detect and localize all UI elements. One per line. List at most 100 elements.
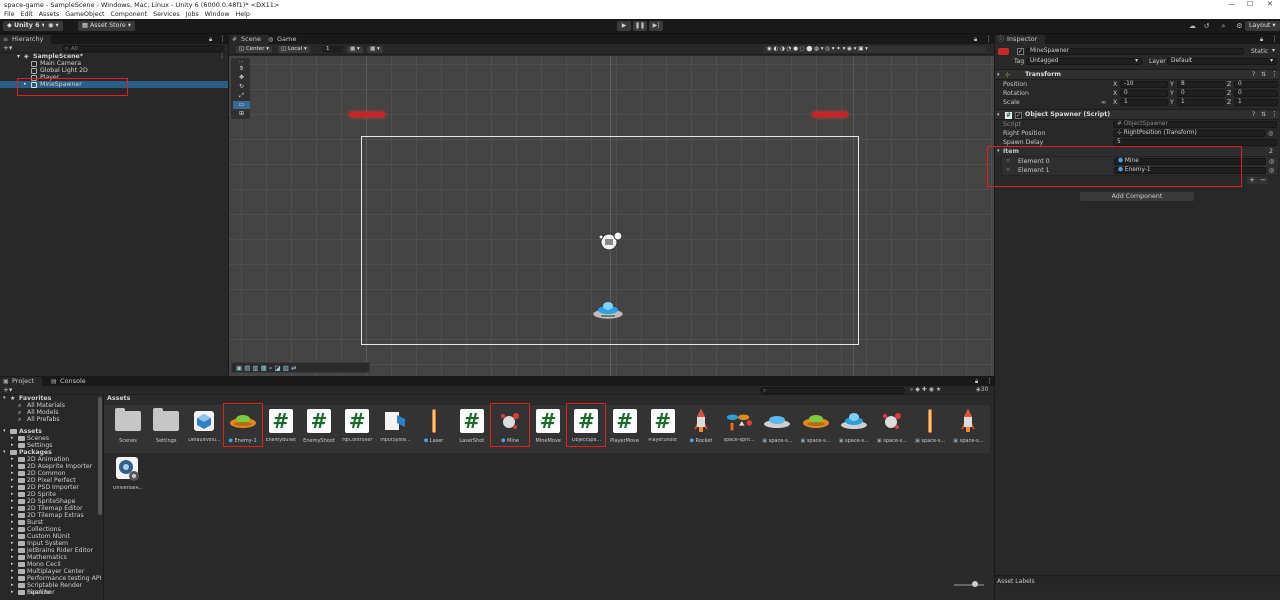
position-z-field[interactable]: 0 [1234,81,1278,88]
tree-item[interactable]: ▸ 2D Sprite [0,491,102,498]
search-icon[interactable]: ⌕ [1218,21,1229,31]
close-icon[interactable]: ✕ [1267,0,1273,8]
tree-item[interactable]: ▸ 2D Common [0,470,102,477]
history-icon[interactable]: ↺ [1201,21,1212,31]
asset-17[interactable]: ▣ space-s... [759,404,795,448]
expand-arrow-icon[interactable]: ▸ [11,589,14,596]
preset-icon[interactable]: ⇅ [1261,111,1266,118]
tree-item[interactable]: ▾ Packages [0,449,102,456]
asset-23[interactable]: UniversalR... [110,452,146,496]
spawn-delay-field[interactable]: 5 [1113,139,1277,146]
expand-arrow-icon[interactable]: ▸ [11,526,14,533]
more-icon[interactable]: ⋮ [1271,70,1278,78]
scale-z-field[interactable]: 1 [1234,99,1278,106]
item-count[interactable]: 2 [1269,147,1273,156]
mine-sprite[interactable] [597,229,625,253]
help-icon[interactable]: ? [1252,111,1255,118]
menu-edit[interactable]: Edit [21,10,33,19]
rect-tool-icon[interactable]: ▭ [233,101,250,109]
tree-item[interactable]: ▸ Settings [0,442,102,449]
pause-button[interactable]: ❚❚ [633,21,647,31]
asset-14[interactable]: # PlayerShoot [645,404,681,448]
tree-item[interactable]: ⌕ All Materials [0,402,102,409]
expand-arrow-icon[interactable]: ▸ [11,505,14,512]
asset-2[interactable]: DefaultVolu... [186,404,222,448]
asset-15[interactable]: ⬢ Rocket [683,404,719,448]
tree-item[interactable]: ▸ 2D Tilemap Editor [0,505,102,512]
zoom-slider-handle[interactable] [972,581,978,587]
overlay-tool-icons[interactable]: ▣ ▤ ▥ ▦ ⌕ ◪ ▧ ⇄ [236,364,296,373]
asset-19[interactable]: ▣ space-s... [836,404,872,448]
zoom-slider[interactable] [954,584,984,586]
red-barrier-right-sprite[interactable] [812,112,848,117]
tree-item[interactable]: ▸ Performance testing API [0,575,102,582]
link-scale-icon[interactable]: ∞ [1101,98,1106,107]
move-tool-icon[interactable]: ✥ [233,74,250,82]
expand-arrow-icon[interactable]: ▸ [11,498,14,505]
asset-7[interactable]: InputSyste... [377,404,413,448]
tree-scrollbar[interactable] [98,397,102,515]
tree-item[interactable]: ▸ 2D PSD Importer [0,484,102,491]
tree-item[interactable]: ▸ 2D Aseprite Importer [0,463,102,470]
static-dropdown-icon[interactable]: ▾ [1272,47,1275,54]
help-icon[interactable]: ? [1252,71,1255,78]
asset-5[interactable]: # EnemyShoot [301,404,337,448]
play-button[interactable]: ▶ [617,21,631,31]
more-icon[interactable]: ⋮ [219,35,226,43]
tree-item[interactable]: ▸ 2D Animation [0,456,102,463]
tab-game[interactable]: ◍ Game [265,35,304,44]
more-icon[interactable]: ⋮ [219,53,225,60]
add-icon[interactable]: +▾ [3,386,12,394]
expand-arrow-icon[interactable]: ▸ [11,582,14,589]
asset-3[interactable]: ⬢ Enemy-1 [222,403,263,448]
grid-snap-button[interactable]: ▦ ▾ [347,46,363,53]
red-barrier-left-sprite[interactable] [349,112,385,117]
add-element-button[interactable]: + [1247,177,1257,184]
asset-21[interactable]: ▣ space-s... [912,404,948,448]
add-icon[interactable]: +▾ [3,44,12,52]
asset-4[interactable]: # EnemyBullet [263,404,299,448]
snap-increment-button[interactable]: ▦ ▾ [367,46,383,53]
asset-18[interactable]: ▣ space-s... [798,404,834,448]
tab-scene[interactable]: # Scene [229,35,269,44]
add-component-button[interactable]: Add Component [1080,192,1194,201]
tree-item[interactable]: ▸ Scenes [0,435,102,442]
cloud-icon[interactable]: ☁ [1187,21,1198,31]
account-button[interactable]: ◆ Unity 6 ▾ [3,21,49,31]
tab-project[interactable]: ▣ Project [0,377,43,386]
tree-item[interactable]: ▸ Mono Cecil [0,561,102,568]
object-spawner-header[interactable]: ▾ # ✓ Object Spawner (Script) ? ⇅ ⋮ [995,109,1279,120]
asset-9[interactable]: # LaserShot [454,404,490,448]
view-options-bar[interactable]: ◉ ◐ ◑ ◔ ● ◌ ⬤ ◍ ▾ ◎ ▾ ✦ ▾ ◉ ▾ ▣ ▾ [764,46,986,53]
expand-arrow-icon[interactable]: ▾ [3,395,6,402]
more-icon[interactable]: ⋮ [1271,35,1278,43]
cloud-button[interactable]: ◉ ▾ [44,21,63,31]
tree-item[interactable]: ▸ JetBrains Rider Editor [0,547,102,554]
tree-item[interactable]: ▸ Collections [0,526,102,533]
tree-item[interactable]: ▾ ★ Favorites [0,395,102,402]
menu-help[interactable]: Help [235,10,249,19]
asset-1[interactable]: Settings [148,404,184,448]
tree-item[interactable]: ▸ Searcher [0,589,102,596]
asset-store-button[interactable]: ▦ Asset Store ▾ [78,21,135,31]
snap-input[interactable]: 1 [323,46,343,53]
expand-arrow-icon[interactable]: ▸ [11,484,14,491]
right-position-field[interactable]: ⊹ RightPosition (Transform) [1113,130,1265,137]
position-x-field[interactable]: -10 [1120,81,1168,88]
tree-item[interactable]: ▸ Mathematics [0,554,102,561]
tree-item[interactable]: ▸ Input System [0,540,102,547]
menu-jobs[interactable]: Jobs [186,10,199,19]
tab-console[interactable]: ▤ Console [48,377,94,386]
hierarchy-item-global-light[interactable]: Global Light 2D [0,67,228,74]
expand-arrow-icon[interactable]: ▾ [3,428,6,435]
active-checkbox[interactable]: ✓ [1017,48,1024,55]
step-button[interactable]: ▶| [649,21,663,31]
tag-dropdown[interactable]: Untagged ▾ [1026,58,1142,65]
gear-icon[interactable]: ⚙ [1234,21,1245,31]
object-picker-icon[interactable]: ◎ [1269,166,1274,175]
transform-header[interactable]: ▾ ⊹ Transform ? ⇅ ⋮ [995,69,1279,80]
asset-20[interactable]: ▣ space-s... [874,404,910,448]
lock-icon[interactable]: 🔒︎ [975,378,978,386]
scale-y-field[interactable]: 1 [1177,99,1225,106]
component-enabled-checkbox[interactable]: ✓ [1015,112,1022,119]
